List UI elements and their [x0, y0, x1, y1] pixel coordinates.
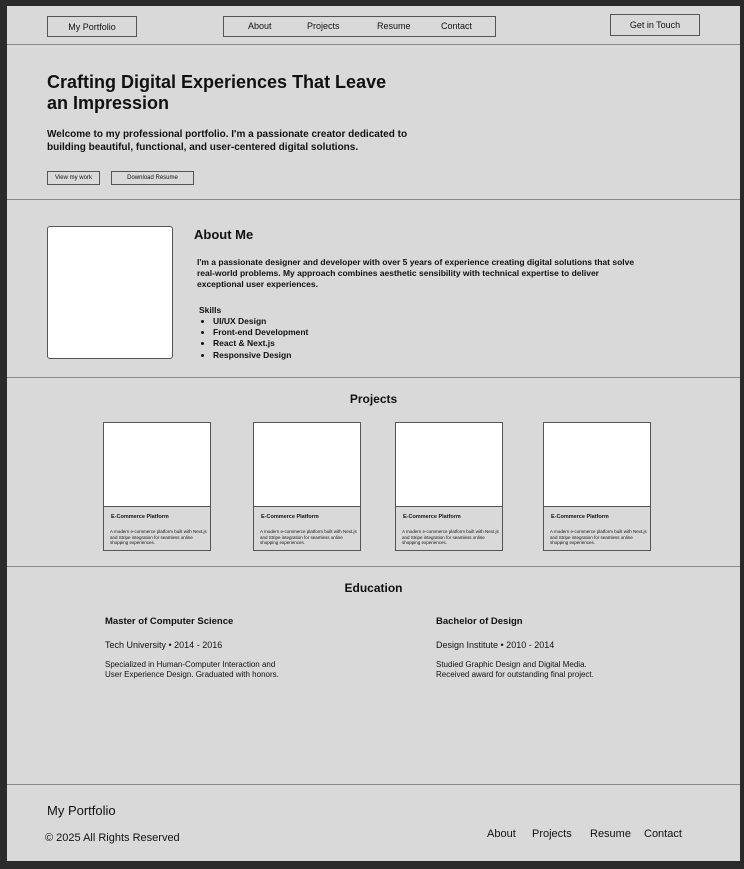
brand-logo-button[interactable]: My Portfolio [47, 16, 137, 37]
project-card[interactable]: E-Commerce Platform A modern e-commerce … [103, 422, 211, 551]
nav-about[interactable]: About [248, 21, 272, 31]
projects-title: Projects [349, 392, 398, 406]
skill-item: Responsive Design [213, 350, 308, 361]
project-title: E-Commerce Platform [111, 514, 169, 520]
project-description: A modern e-commerce platform built with … [260, 529, 357, 545]
education-description: Specialized in Human-Computer Interactio… [105, 660, 279, 679]
hero-title: Crafting Digital Experiences That Leave … [47, 72, 387, 113]
download-resume-button[interactable]: Download Resume [111, 171, 194, 185]
education-description: Studied Graphic Design and Digital Media… [436, 660, 594, 679]
project-thumbnail [544, 423, 650, 507]
footer-link-about[interactable]: About [487, 828, 516, 840]
school-info: Design Institute • 2010 - 2014 [436, 640, 555, 650]
footer-link-resume[interactable]: Resume [590, 828, 631, 840]
project-title: E-Commerce Platform [403, 514, 461, 520]
skills-list: UI/UX Design Front-end Development React… [199, 316, 308, 361]
skill-item: React & Next.js [213, 338, 308, 349]
nav-resume[interactable]: Resume [377, 21, 411, 31]
about-divider [7, 377, 740, 378]
skills-label: Skills [199, 305, 222, 315]
education-title: Education [344, 581, 403, 595]
degree-title: Bachelor of Design [436, 616, 523, 627]
projects-divider [7, 566, 740, 567]
main-nav: About Projects Resume Contact [223, 16, 496, 37]
nav-projects[interactable]: Projects [307, 21, 340, 31]
project-description: A modern e-commerce platform built with … [402, 529, 499, 545]
about-title: About Me [194, 227, 254, 242]
project-thumbnail [254, 423, 360, 507]
footer-brand[interactable]: My Portfolio [47, 803, 116, 818]
profile-photo [47, 226, 173, 359]
project-card[interactable]: E-Commerce Platform A modern e-commerce … [543, 422, 651, 551]
education-entry: Master of Computer Science Tech Universi… [105, 616, 305, 679]
get-in-touch-button[interactable]: Get in Touch [610, 14, 700, 36]
nav-contact[interactable]: Contact [441, 21, 472, 31]
project-title: E-Commerce Platform [261, 514, 319, 520]
hero-subtitle: Welcome to my professional portfolio. I'… [47, 129, 408, 153]
copyright-text: © 2025 All Rights Reserved [45, 832, 180, 844]
footer-divider [7, 784, 740, 785]
about-text: I'm a passionate designer and developer … [197, 257, 635, 289]
skill-item: UI/UX Design [213, 316, 308, 327]
skill-item: Front-end Development [213, 327, 308, 338]
degree-title: Master of Computer Science [105, 616, 234, 627]
project-thumbnail [104, 423, 210, 507]
view-work-button[interactable]: View my work [47, 171, 100, 185]
hero-divider [7, 199, 740, 200]
project-card[interactable]: E-Commerce Platform A modern e-commerce … [395, 422, 503, 551]
page-frame: My Portfolio About Projects Resume Conta… [7, 6, 740, 861]
footer-link-contact[interactable]: Contact [644, 828, 682, 840]
education-entry: Bachelor of Design Design Institute • 20… [436, 616, 636, 679]
footer-link-projects[interactable]: Projects [532, 828, 572, 840]
school-info: Tech University • 2014 - 2016 [105, 640, 223, 650]
project-title: E-Commerce Platform [551, 514, 609, 520]
project-thumbnail [396, 423, 502, 507]
project-description: A modern e-commerce platform built with … [550, 529, 647, 545]
project-description: A modern e-commerce platform built with … [110, 529, 207, 545]
header-divider [7, 44, 740, 45]
project-card[interactable]: E-Commerce Platform A modern e-commerce … [253, 422, 361, 551]
